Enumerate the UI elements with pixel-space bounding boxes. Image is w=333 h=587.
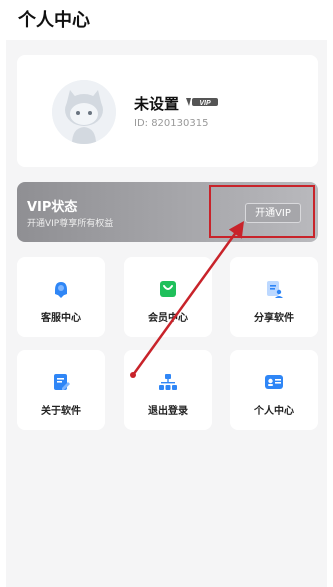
annotation-arrow-icon	[130, 221, 244, 378]
